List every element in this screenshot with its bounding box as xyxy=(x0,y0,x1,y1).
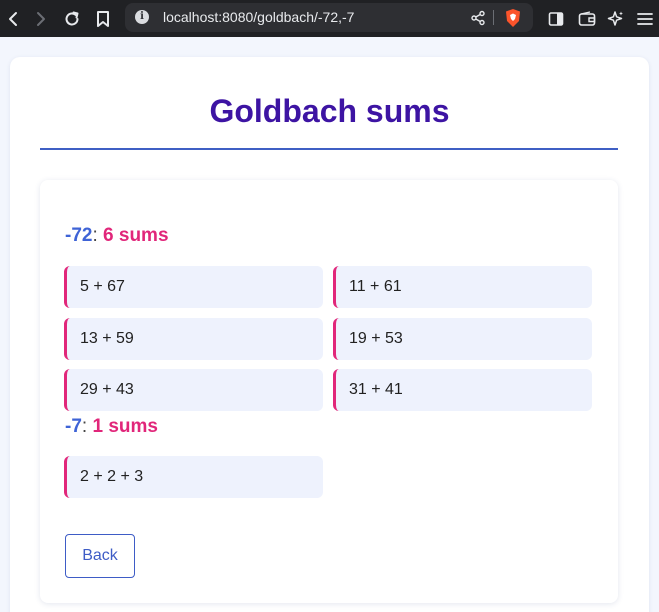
menu-icon[interactable] xyxy=(634,0,656,37)
sidebar-toggle-icon[interactable] xyxy=(545,0,567,37)
address-bar[interactable]: i localhost:8080/goldbach/-72,-7 xyxy=(125,3,533,32)
sum-item: 13 + 59 xyxy=(64,318,323,360)
group-separator: : xyxy=(81,416,88,437)
share-icon[interactable] xyxy=(468,3,488,32)
group-separator: : xyxy=(92,225,98,246)
group-number: -72 xyxy=(65,225,93,246)
site-info-icon[interactable]: i xyxy=(135,10,149,24)
group-heading: -7: 1 sums xyxy=(65,416,158,438)
sum-item: 5 + 67 xyxy=(64,266,323,308)
url-divider xyxy=(493,10,494,25)
group-heading: -72: 6 sums xyxy=(65,225,169,247)
back-button[interactable]: Back xyxy=(65,534,135,578)
group-count: 6 sums xyxy=(103,225,169,246)
title-divider xyxy=(40,148,618,150)
group-count: 1 sums xyxy=(92,416,158,437)
page-card: Goldbach sums -72: 6 sums 5 + 67 11 + 61… xyxy=(10,57,649,612)
wallet-icon[interactable] xyxy=(576,0,598,37)
group-number: -7 xyxy=(65,416,82,437)
sum-item: 31 + 41 xyxy=(333,369,592,411)
ai-sparkle-icon[interactable] xyxy=(605,0,627,37)
sum-item: 19 + 53 xyxy=(333,318,592,360)
sum-item: 11 + 61 xyxy=(333,266,592,308)
back-arrow-icon[interactable] xyxy=(2,0,24,37)
url-text: localhost:8080/goldbach/-72,-7 xyxy=(163,9,355,25)
bookmark-icon[interactable] xyxy=(92,0,114,37)
brave-shield-icon[interactable] xyxy=(502,3,524,32)
browser-toolbar: i localhost:8080/goldbach/-72,-7 xyxy=(0,0,659,37)
page-title: Goldbach sums xyxy=(209,93,450,129)
forward-arrow-icon[interactable] xyxy=(30,0,52,37)
sum-item: 29 + 43 xyxy=(64,369,323,411)
reload-icon[interactable] xyxy=(60,0,84,37)
sum-item: 2 + 2 + 3 xyxy=(64,456,323,498)
results-panel: -72: 6 sums 5 + 67 11 + 61 13 + 59 19 + … xyxy=(40,180,618,603)
